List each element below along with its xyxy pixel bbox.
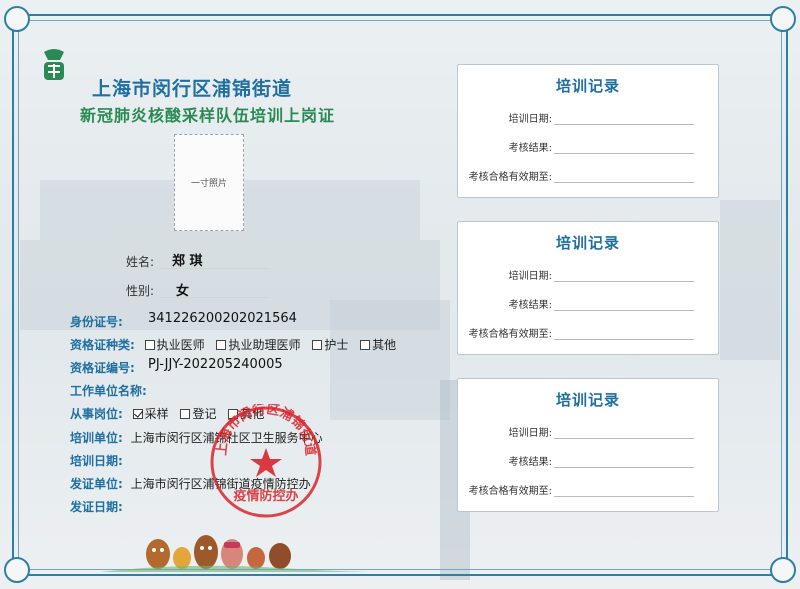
- card-row-date: 培训日期:: [509, 110, 694, 125]
- cert-no-value: PJ-JJY-202205240005: [148, 357, 283, 372]
- work-unit-row: 工作单位名称:: [70, 382, 147, 399]
- seal-arc-text: 上海市闵行区浦锦街道: [215, 404, 319, 456]
- id-row: 身份证号:: [70, 313, 123, 330]
- photo-label: 一寸照片: [190, 179, 227, 189]
- card-row-result: 考核结果:: [509, 453, 694, 468]
- card-title: 培训记录: [555, 77, 620, 95]
- name-value: 郑 琪: [172, 254, 203, 269]
- checkbox-icon[interactable]: [180, 409, 191, 419]
- training-record-card: 培训记录 培训日期: 考核结果: 考核合格有效期至:: [457, 378, 719, 512]
- cert-type-option[interactable]: 其他: [360, 338, 396, 352]
- training-unit-label: 培训单位:: [70, 431, 123, 445]
- title-certificate: 新冠肺炎核酸采样队伍培训上岗证: [80, 106, 336, 125]
- checkbox-icon[interactable]: [216, 340, 227, 350]
- cert-type-row: 资格证种类: 执业医师 执业助理医师 护士 其他: [70, 336, 404, 353]
- cert-type-option[interactable]: 护士: [312, 338, 348, 352]
- cert-type-option[interactable]: 执业医师: [144, 338, 205, 352]
- valid-input-line[interactable]: [554, 482, 694, 497]
- date-input-line[interactable]: [554, 110, 694, 125]
- issuer-label: 发证单位:: [70, 477, 123, 491]
- training-date-label: 培训日期:: [70, 454, 123, 468]
- cert-type-label: 资格证种类:: [70, 338, 135, 352]
- gender-label: 性别:: [126, 284, 155, 298]
- valid-input-line[interactable]: [554, 168, 694, 183]
- work-unit-label: 工作单位名称:: [70, 384, 147, 398]
- cert-no-label: 资格证编号:: [70, 361, 135, 375]
- seal-bottom-text: 疫情防控办: [233, 488, 298, 504]
- cert-no-row: 资格证编号:: [70, 359, 135, 376]
- card-row-valid: 考核合格有效期至:: [469, 482, 694, 497]
- gender-underline: [160, 297, 270, 298]
- id-value: 341226200202021564: [148, 311, 297, 326]
- card-row-result: 考核结果:: [509, 296, 694, 311]
- cert-type-option[interactable]: 执业助理医师: [216, 338, 301, 352]
- gender-row: 性别:: [126, 282, 154, 299]
- checkbox-icon[interactable]: [144, 340, 155, 350]
- result-input-line[interactable]: [554, 296, 694, 311]
- corner-ornament: [770, 557, 796, 583]
- title-district: 上海市闵行区浦锦街道: [92, 78, 293, 100]
- svg-text:上海市闵行区浦锦街道: 上海市闵行区浦锦街道: [215, 404, 319, 456]
- training-record-card: 培训记录 培训日期: 考核结果: 考核合格有效期至:: [457, 64, 719, 198]
- date-input-line[interactable]: [554, 424, 694, 439]
- photo-placeholder: 一寸照片: [174, 134, 244, 231]
- result-input-line[interactable]: [554, 453, 694, 468]
- checkbox-checked-icon[interactable]: [132, 409, 143, 419]
- card-row-result: 考核结果:: [509, 139, 694, 154]
- name-label: 姓名:: [126, 255, 155, 269]
- training-record-card: 培训记录 培训日期: 考核结果: 考核合格有效期至:: [457, 221, 719, 355]
- corner-ornament: [4, 6, 30, 32]
- training-date-row: 培训日期:: [70, 452, 123, 469]
- post-option[interactable]: 采样: [132, 407, 169, 421]
- result-input-line[interactable]: [554, 139, 694, 154]
- grass-decoration: [100, 565, 460, 572]
- post-label: 从事岗位:: [70, 407, 123, 421]
- checkbox-icon[interactable]: [360, 340, 371, 350]
- issue-date-label: 发证日期:: [70, 500, 123, 514]
- corner-ornament: [770, 6, 796, 32]
- checkbox-icon[interactable]: [312, 340, 323, 350]
- name-row: 姓名:: [126, 253, 154, 270]
- official-seal: 上海市闵行区浦锦街道 疫情防控办: [210, 404, 322, 518]
- card-row-valid: 考核合格有效期至:: [469, 168, 694, 183]
- card-title: 培训记录: [555, 391, 620, 409]
- card-row-date: 培训日期:: [509, 267, 694, 282]
- name-underline: [160, 268, 270, 269]
- card-title: 培训记录: [555, 234, 620, 252]
- valid-input-line[interactable]: [554, 325, 694, 340]
- date-input-line[interactable]: [554, 267, 694, 282]
- issue-date-row: 发证日期:: [70, 498, 123, 515]
- id-label: 身份证号:: [70, 315, 123, 329]
- card-row-valid: 考核合格有效期至:: [469, 325, 694, 340]
- card-row-date: 培训日期:: [509, 424, 694, 439]
- pujin-logo-icon: [44, 49, 64, 80]
- corner-ornament: [4, 557, 30, 583]
